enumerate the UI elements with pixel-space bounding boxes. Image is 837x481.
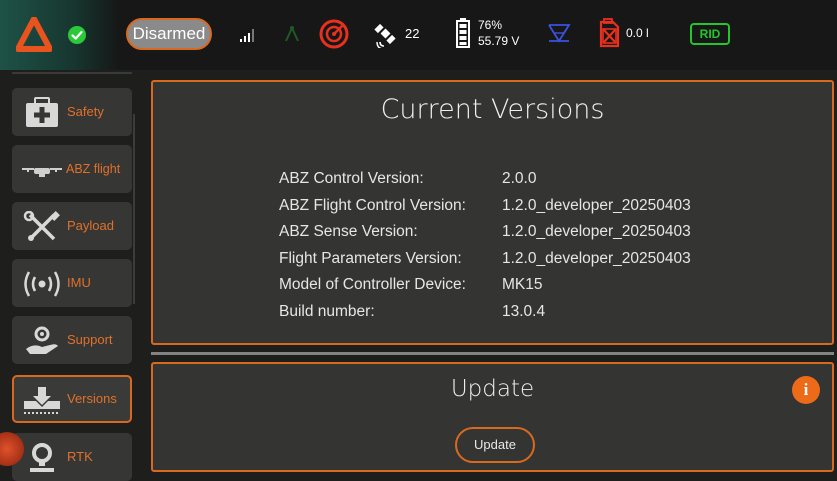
satellite-icon — [372, 20, 400, 52]
version-row: ABZ Sense Version: 1.2.0_developer_20250… — [279, 219, 691, 246]
app-logo[interactable] — [15, 16, 53, 57]
version-value: MK15 — [502, 276, 543, 293]
tank-empty-icon — [596, 18, 622, 52]
version-row: Flight Parameters Version: 1.2.0_develop… — [279, 246, 691, 273]
version-key: Flight Parameters Version: — [279, 249, 462, 267]
arm-status-badge[interactable]: Disarmed — [126, 18, 212, 50]
satellite-count: 22 — [405, 26, 420, 41]
battery-icon — [456, 18, 470, 52]
version-row: ABZ Control Version: 2.0.0 — [279, 166, 691, 193]
version-key: ABZ Sense Version: — [279, 223, 418, 240]
update-panel: Update i Update — [151, 362, 834, 472]
version-key: Build number: — [279, 302, 375, 320]
version-row: ABZ Flight Control Version: 1.2.0_develo… — [279, 193, 691, 220]
version-row: Model of Controller Device: MK15 — [279, 272, 691, 299]
support-hand-gear-icon — [26, 326, 58, 354]
radio-waves-icon — [24, 271, 60, 297]
sidebar-item-imu[interactable]: IMU — [12, 259, 132, 307]
status-bar: Disarmed 22 76% 55.79 V 0.0 l RID — [0, 0, 837, 70]
version-key: Model of Controller Device: — [279, 276, 466, 293]
gps-signal-icon — [283, 24, 301, 48]
versions-title: Current Versions — [380, 94, 605, 125]
remote-id-badge[interactable]: RID — [690, 23, 730, 45]
sidebar-item-label: Versions — [67, 391, 117, 406]
battery-voltage: 55.79 V — [478, 34, 520, 48]
battery-percent: 76% — [478, 18, 503, 32]
version-value: 2.0.0 — [502, 170, 537, 187]
current-versions-panel: Current Versions ABZ Control Version: 2.… — [151, 80, 834, 345]
check-circle-icon — [67, 25, 87, 49]
sidebar-item-versions[interactable]: Versions — [12, 375, 132, 423]
spray-status-icon — [547, 22, 571, 48]
sidebar-item-rtk[interactable]: RTK — [12, 433, 132, 481]
sidebar-item-label: RTK — [67, 449, 93, 464]
battery-readout: 76% 55.79 V — [478, 17, 519, 49]
version-row: Build number: 13.0.4 — [279, 299, 691, 326]
version-key: ABZ Control Version: — [279, 170, 424, 187]
update-title: Update — [450, 376, 535, 402]
info-icon[interactable]: i — [792, 376, 820, 404]
signal-strength-icon — [240, 27, 256, 46]
sidebar-item-safety[interactable]: Safety — [12, 88, 132, 136]
first-aid-icon — [26, 97, 58, 127]
sidebar-item-label: Support — [67, 332, 113, 347]
version-key: ABZ Flight Control Version: — [279, 196, 466, 214]
sidebar-item-label: IMU — [67, 275, 91, 290]
version-value: 1.2.0_developer_20250403 — [502, 196, 691, 214]
tank-level: 0.0 l — [626, 26, 649, 40]
version-value: 13.0.4 — [502, 302, 546, 320]
drone-icon — [22, 168, 62, 177]
update-button[interactable]: Update — [455, 427, 535, 463]
download-tray-icon — [24, 387, 60, 414]
sidebar-item-abz-flight[interactable]: ABZ flight — [12, 145, 132, 193]
sidebar-scrollbar[interactable] — [133, 114, 135, 304]
panel-divider — [151, 352, 834, 355]
tools-icon — [23, 211, 60, 241]
sidebar-item-label: Payload — [67, 218, 114, 233]
version-value: 1.2.0_developer_20250403 — [502, 249, 691, 267]
sidebar-item-label: ABZ flight — [66, 162, 121, 176]
sidebar-item-label: Safety — [67, 104, 104, 119]
return-home-target-icon — [318, 18, 350, 54]
versions-table: ABZ Control Version: 2.0.0 ABZ Flight Co… — [279, 166, 691, 325]
sidebar-item-support[interactable]: Support — [12, 316, 132, 364]
location-pin-icon — [30, 443, 54, 472]
sidebar-divider — [12, 72, 132, 74]
version-value: 1.2.0_developer_20250403 — [502, 223, 691, 240]
sidebar-item-payload[interactable]: Payload — [12, 202, 132, 250]
